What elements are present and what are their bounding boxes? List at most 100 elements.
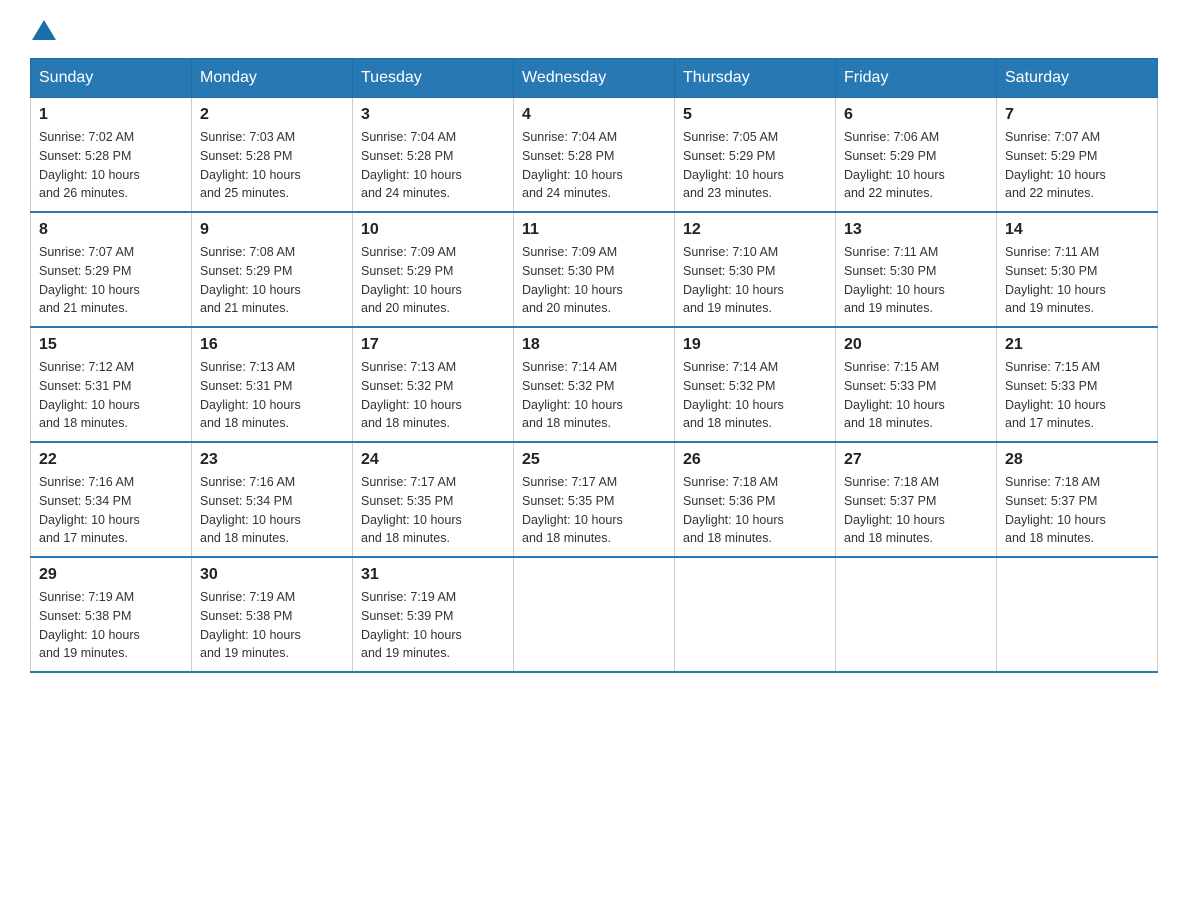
calendar-day-cell: 9 Sunrise: 7:08 AM Sunset: 5:29 PM Dayli… <box>192 212 353 327</box>
day-number: 8 <box>39 221 183 239</box>
calendar-day-cell: 11 Sunrise: 7:09 AM Sunset: 5:30 PM Dayl… <box>514 212 675 327</box>
day-number: 22 <box>39 451 183 469</box>
day-info: Sunrise: 7:04 AM Sunset: 5:28 PM Dayligh… <box>522 128 666 203</box>
calendar-day-cell: 1 Sunrise: 7:02 AM Sunset: 5:28 PM Dayli… <box>31 98 192 213</box>
day-of-week-header: Tuesday <box>353 59 514 98</box>
day-info: Sunrise: 7:04 AM Sunset: 5:28 PM Dayligh… <box>361 128 505 203</box>
day-info: Sunrise: 7:06 AM Sunset: 5:29 PM Dayligh… <box>844 128 988 203</box>
day-info: Sunrise: 7:08 AM Sunset: 5:29 PM Dayligh… <box>200 243 344 318</box>
day-info: Sunrise: 7:17 AM Sunset: 5:35 PM Dayligh… <box>522 473 666 548</box>
day-number: 11 <box>522 221 666 239</box>
calendar-header-row: SundayMondayTuesdayWednesdayThursdayFrid… <box>31 59 1158 98</box>
day-number: 15 <box>39 336 183 354</box>
day-info: Sunrise: 7:15 AM Sunset: 5:33 PM Dayligh… <box>1005 358 1149 433</box>
page-header <box>30 20 1158 38</box>
day-number: 23 <box>200 451 344 469</box>
day-of-week-header: Monday <box>192 59 353 98</box>
day-number: 6 <box>844 106 988 124</box>
day-number: 7 <box>1005 106 1149 124</box>
day-of-week-header: Sunday <box>31 59 192 98</box>
calendar-day-cell: 19 Sunrise: 7:14 AM Sunset: 5:32 PM Dayl… <box>675 327 836 442</box>
calendar-day-cell: 31 Sunrise: 7:19 AM Sunset: 5:39 PM Dayl… <box>353 557 514 672</box>
calendar-day-cell: 17 Sunrise: 7:13 AM Sunset: 5:32 PM Dayl… <box>353 327 514 442</box>
calendar-day-cell: 18 Sunrise: 7:14 AM Sunset: 5:32 PM Dayl… <box>514 327 675 442</box>
day-number: 29 <box>39 566 183 584</box>
day-number: 3 <box>361 106 505 124</box>
logo-triangle-icon <box>32 20 56 40</box>
day-number: 1 <box>39 106 183 124</box>
day-number: 9 <box>200 221 344 239</box>
day-info: Sunrise: 7:19 AM Sunset: 5:38 PM Dayligh… <box>200 588 344 663</box>
day-number: 30 <box>200 566 344 584</box>
calendar-day-cell: 12 Sunrise: 7:10 AM Sunset: 5:30 PM Dayl… <box>675 212 836 327</box>
calendar-day-cell: 10 Sunrise: 7:09 AM Sunset: 5:29 PM Dayl… <box>353 212 514 327</box>
day-number: 20 <box>844 336 988 354</box>
day-info: Sunrise: 7:14 AM Sunset: 5:32 PM Dayligh… <box>683 358 827 433</box>
day-number: 10 <box>361 221 505 239</box>
calendar-day-cell: 26 Sunrise: 7:18 AM Sunset: 5:36 PM Dayl… <box>675 442 836 557</box>
day-number: 28 <box>1005 451 1149 469</box>
calendar-day-cell: 2 Sunrise: 7:03 AM Sunset: 5:28 PM Dayli… <box>192 98 353 213</box>
day-of-week-header: Saturday <box>997 59 1158 98</box>
day-info: Sunrise: 7:05 AM Sunset: 5:29 PM Dayligh… <box>683 128 827 203</box>
day-info: Sunrise: 7:19 AM Sunset: 5:39 PM Dayligh… <box>361 588 505 663</box>
calendar-day-cell: 3 Sunrise: 7:04 AM Sunset: 5:28 PM Dayli… <box>353 98 514 213</box>
day-of-week-header: Wednesday <box>514 59 675 98</box>
day-info: Sunrise: 7:11 AM Sunset: 5:30 PM Dayligh… <box>1005 243 1149 318</box>
day-number: 21 <box>1005 336 1149 354</box>
calendar-day-cell: 16 Sunrise: 7:13 AM Sunset: 5:31 PM Dayl… <box>192 327 353 442</box>
day-info: Sunrise: 7:12 AM Sunset: 5:31 PM Dayligh… <box>39 358 183 433</box>
calendar-day-cell: 30 Sunrise: 7:19 AM Sunset: 5:38 PM Dayl… <box>192 557 353 672</box>
day-number: 27 <box>844 451 988 469</box>
day-info: Sunrise: 7:09 AM Sunset: 5:29 PM Dayligh… <box>361 243 505 318</box>
day-info: Sunrise: 7:11 AM Sunset: 5:30 PM Dayligh… <box>844 243 988 318</box>
calendar-week-row: 1 Sunrise: 7:02 AM Sunset: 5:28 PM Dayli… <box>31 98 1158 213</box>
calendar-day-cell: 29 Sunrise: 7:19 AM Sunset: 5:38 PM Dayl… <box>31 557 192 672</box>
day-info: Sunrise: 7:15 AM Sunset: 5:33 PM Dayligh… <box>844 358 988 433</box>
day-number: 2 <box>200 106 344 124</box>
day-info: Sunrise: 7:14 AM Sunset: 5:32 PM Dayligh… <box>522 358 666 433</box>
day-info: Sunrise: 7:13 AM Sunset: 5:31 PM Dayligh… <box>200 358 344 433</box>
day-info: Sunrise: 7:16 AM Sunset: 5:34 PM Dayligh… <box>200 473 344 548</box>
day-of-week-header: Thursday <box>675 59 836 98</box>
day-number: 24 <box>361 451 505 469</box>
calendar-day-cell: 25 Sunrise: 7:17 AM Sunset: 5:35 PM Dayl… <box>514 442 675 557</box>
calendar-day-cell <box>997 557 1158 672</box>
day-number: 25 <box>522 451 666 469</box>
day-number: 19 <box>683 336 827 354</box>
calendar-day-cell: 8 Sunrise: 7:07 AM Sunset: 5:29 PM Dayli… <box>31 212 192 327</box>
day-info: Sunrise: 7:02 AM Sunset: 5:28 PM Dayligh… <box>39 128 183 203</box>
calendar-day-cell <box>514 557 675 672</box>
day-info: Sunrise: 7:18 AM Sunset: 5:36 PM Dayligh… <box>683 473 827 548</box>
calendar-day-cell: 22 Sunrise: 7:16 AM Sunset: 5:34 PM Dayl… <box>31 442 192 557</box>
day-info: Sunrise: 7:03 AM Sunset: 5:28 PM Dayligh… <box>200 128 344 203</box>
calendar-week-row: 22 Sunrise: 7:16 AM Sunset: 5:34 PM Dayl… <box>31 442 1158 557</box>
day-info: Sunrise: 7:09 AM Sunset: 5:30 PM Dayligh… <box>522 243 666 318</box>
day-number: 12 <box>683 221 827 239</box>
day-number: 17 <box>361 336 505 354</box>
day-number: 16 <box>200 336 344 354</box>
calendar-day-cell: 14 Sunrise: 7:11 AM Sunset: 5:30 PM Dayl… <box>997 212 1158 327</box>
calendar-day-cell <box>836 557 997 672</box>
calendar-day-cell: 21 Sunrise: 7:15 AM Sunset: 5:33 PM Dayl… <box>997 327 1158 442</box>
day-number: 31 <box>361 566 505 584</box>
day-info: Sunrise: 7:18 AM Sunset: 5:37 PM Dayligh… <box>1005 473 1149 548</box>
calendar-day-cell: 27 Sunrise: 7:18 AM Sunset: 5:37 PM Dayl… <box>836 442 997 557</box>
day-of-week-header: Friday <box>836 59 997 98</box>
calendar-day-cell <box>675 557 836 672</box>
calendar-week-row: 29 Sunrise: 7:19 AM Sunset: 5:38 PM Dayl… <box>31 557 1158 672</box>
day-info: Sunrise: 7:10 AM Sunset: 5:30 PM Dayligh… <box>683 243 827 318</box>
calendar-week-row: 8 Sunrise: 7:07 AM Sunset: 5:29 PM Dayli… <box>31 212 1158 327</box>
day-info: Sunrise: 7:13 AM Sunset: 5:32 PM Dayligh… <box>361 358 505 433</box>
day-info: Sunrise: 7:18 AM Sunset: 5:37 PM Dayligh… <box>844 473 988 548</box>
day-info: Sunrise: 7:17 AM Sunset: 5:35 PM Dayligh… <box>361 473 505 548</box>
calendar-day-cell: 6 Sunrise: 7:06 AM Sunset: 5:29 PM Dayli… <box>836 98 997 213</box>
calendar-day-cell: 28 Sunrise: 7:18 AM Sunset: 5:37 PM Dayl… <box>997 442 1158 557</box>
calendar-day-cell: 15 Sunrise: 7:12 AM Sunset: 5:31 PM Dayl… <box>31 327 192 442</box>
calendar-day-cell: 4 Sunrise: 7:04 AM Sunset: 5:28 PM Dayli… <box>514 98 675 213</box>
day-number: 18 <box>522 336 666 354</box>
calendar-day-cell: 23 Sunrise: 7:16 AM Sunset: 5:34 PM Dayl… <box>192 442 353 557</box>
calendar-day-cell: 7 Sunrise: 7:07 AM Sunset: 5:29 PM Dayli… <box>997 98 1158 213</box>
calendar-day-cell: 20 Sunrise: 7:15 AM Sunset: 5:33 PM Dayl… <box>836 327 997 442</box>
logo <box>30 20 56 38</box>
